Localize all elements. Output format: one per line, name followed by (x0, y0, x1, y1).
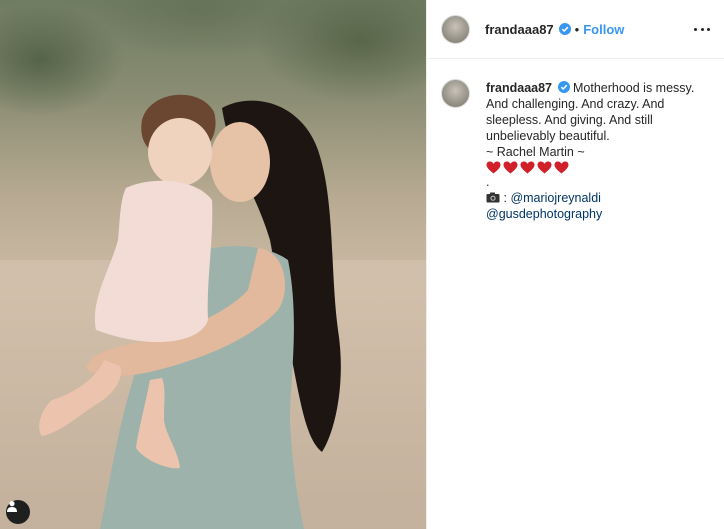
caption-body: frandaaa87 Motherhood is messy. And chal… (486, 80, 701, 222)
red-heart-icon (520, 161, 535, 174)
caption-text: . (486, 175, 490, 189)
verified-badge-icon (558, 23, 571, 35)
red-heart-icon (486, 161, 501, 174)
red-heart-icon (503, 161, 518, 174)
post-photo[interactable] (0, 0, 426, 529)
child-dress (94, 180, 213, 343)
child-face (148, 118, 212, 186)
caption-username[interactable]: frandaaa87 (486, 81, 552, 95)
caption-text: sleepless. And giving. And still (486, 113, 653, 127)
hearts-row (486, 161, 701, 174)
avatar[interactable] (441, 79, 470, 108)
photo-illustration (39, 94, 341, 529)
red-heart-icon (537, 161, 552, 174)
mention-link[interactable]: @gusdephotography (486, 206, 701, 222)
more-options-icon[interactable] (694, 21, 710, 37)
verified-badge-icon (557, 81, 570, 93)
follow-button[interactable]: Follow (583, 22, 624, 37)
avatar[interactable] (441, 14, 470, 44)
header-username[interactable]: frandaaa87 (485, 22, 554, 37)
caption-text: ~ Rachel Martin ~ (486, 145, 585, 159)
caption-text: And challenging. And crazy. And (486, 97, 665, 111)
user-profile-icon (7, 501, 17, 512)
profile-tag-button[interactable] (6, 500, 30, 524)
separator-dot: • (574, 21, 580, 37)
post-side-panel: frandaaa87 • Follow frandaaa87 Motherhoo… (426, 0, 724, 529)
caption-text: unbelievably beautiful. (486, 129, 610, 143)
mother-face (210, 122, 270, 202)
red-heart-icon (554, 161, 569, 174)
caption-text: Motherhood is messy. (572, 81, 695, 95)
camera-icon (486, 192, 500, 203)
child-leg-left (39, 360, 122, 436)
caption-comment: frandaaa87 Motherhood is messy. And chal… (427, 59, 724, 222)
post-header: frandaaa87 • Follow (427, 0, 724, 59)
mention-link[interactable]: @mariojreynaldi (510, 191, 601, 205)
